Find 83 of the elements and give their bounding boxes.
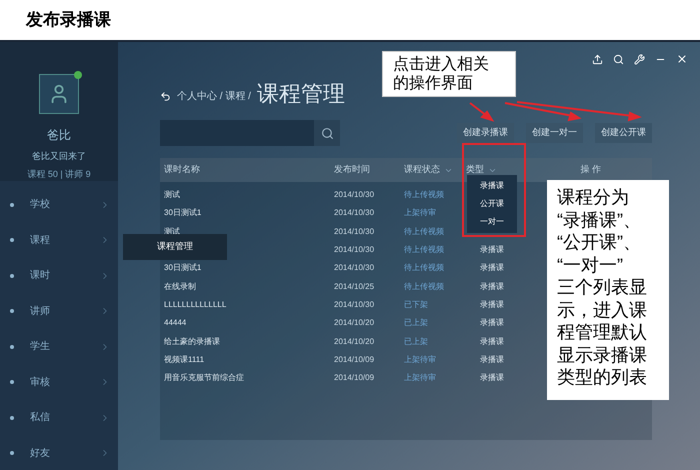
callout-line: 点击进入相关 bbox=[393, 55, 490, 74]
page-heading: 课程管理 bbox=[256, 80, 345, 108]
sidebar-item[interactable]: 课程 bbox=[0, 222, 118, 258]
table-cell: 用音乐克服节前综合症 bbox=[164, 373, 244, 382]
table-cell: 44444 bbox=[164, 318, 186, 328]
callout-line: 程管理默认 bbox=[557, 321, 648, 344]
callout-line: “录播课”、 bbox=[557, 208, 642, 231]
sidebar-item[interactable]: 课时 bbox=[0, 258, 118, 294]
column-header[interactable]: 课时名称 bbox=[164, 163, 334, 177]
table-cell: 录播课 bbox=[480, 373, 504, 382]
table-cell: 2014/10/09 bbox=[334, 354, 374, 364]
menu-item[interactable]: 课程管理 bbox=[157, 240, 193, 254]
table-cell: 测试 bbox=[164, 190, 180, 200]
table-cell: 在线录制 bbox=[164, 282, 196, 291]
create-button[interactable]: 创建公开课 bbox=[595, 123, 652, 143]
status-text: 上架待审 bbox=[404, 354, 436, 364]
table-cell: 录播课 bbox=[480, 318, 504, 328]
callout-line: 的操作界面 bbox=[393, 74, 474, 93]
status-text: 已上架 bbox=[404, 318, 428, 328]
wrench-icon[interactable] bbox=[634, 54, 645, 64]
create-button[interactable]: 创建录播课 bbox=[457, 123, 514, 143]
sidebar-item[interactable]: 讲师 bbox=[0, 294, 118, 329]
table-cell: 录播课 bbox=[480, 336, 504, 346]
callout-line: 类型的列表 bbox=[557, 366, 648, 388]
callout-line: “公开课”、 bbox=[557, 231, 642, 254]
close-icon[interactable] bbox=[676, 53, 688, 65]
table-cell: LLLLLLLLLLLLLL bbox=[164, 300, 226, 309]
status-text: 待上传视频 bbox=[404, 190, 444, 200]
table-cell: 2014/10/30 bbox=[334, 263, 374, 272]
search-field[interactable] bbox=[160, 120, 340, 146]
column-header[interactable]: 操 作 bbox=[534, 163, 648, 177]
table-cell: 录播课 bbox=[480, 300, 504, 309]
table-cell: 2014/10/30 bbox=[334, 300, 374, 309]
dropdown-option[interactable]: 一对一 bbox=[467, 213, 517, 231]
status-text: 已上架 bbox=[404, 336, 428, 346]
user-name: 爸比 bbox=[47, 127, 71, 144]
table-cell: 2014/10/25 bbox=[334, 282, 374, 291]
sidebar-item[interactable]: 私信 bbox=[0, 400, 118, 436]
breadcrumb[interactable]: 个人中心 / 课程 / bbox=[177, 89, 251, 104]
status-text: 已下架 bbox=[404, 300, 428, 309]
table-cell: 30日测试1 bbox=[164, 263, 202, 272]
sidebar-item[interactable]: 好友 bbox=[0, 436, 118, 470]
status-text: 待上传视频 bbox=[404, 226, 444, 236]
column-header[interactable]: 课程状态 bbox=[404, 163, 466, 177]
dropdown-option[interactable]: 录播课 bbox=[467, 177, 517, 195]
sidebar-item[interactable]: 审核 bbox=[0, 364, 118, 400]
status-text: 上架待审 bbox=[404, 208, 436, 218]
upload-icon[interactable] bbox=[592, 54, 603, 64]
user-status: 爸比又回来了 bbox=[32, 150, 86, 163]
table-cell: 视频课1111 bbox=[164, 354, 204, 364]
table-cell: 2014/10/20 bbox=[334, 318, 374, 328]
table-cell: 2014/10/30 bbox=[334, 226, 374, 236]
status-text: 待上传视频 bbox=[404, 245, 444, 254]
table-cell: 2014/10/30 bbox=[334, 190, 374, 200]
dropdown-option[interactable]: 公开课 bbox=[467, 195, 517, 213]
table-cell: 录播课 bbox=[480, 263, 504, 272]
table-cell: 给土豪的录播课 bbox=[164, 336, 220, 346]
callout-line: 显示录播课 bbox=[557, 344, 648, 366]
table-cell: 录播课 bbox=[480, 282, 504, 291]
table-cell: 录播课 bbox=[480, 245, 504, 254]
status-text: 上架待审 bbox=[404, 373, 436, 382]
column-header[interactable]: 发布时间 bbox=[334, 163, 404, 177]
table-cell: 2014/10/30 bbox=[334, 245, 374, 254]
search-icon[interactable] bbox=[613, 54, 624, 64]
create-button[interactable]: 创建一对一 bbox=[526, 123, 583, 143]
status-text: 待上传视频 bbox=[404, 282, 444, 291]
table-cell: 录播课 bbox=[480, 354, 504, 364]
table-cell: 2014/10/20 bbox=[334, 336, 374, 346]
page-title: 发布录播课 bbox=[26, 9, 111, 32]
callout-line: 示，进入课 bbox=[557, 298, 648, 321]
column-header[interactable]: 类型 bbox=[466, 163, 534, 177]
back-icon[interactable] bbox=[160, 91, 171, 102]
sidebar-item[interactable]: 学校 bbox=[0, 187, 118, 222]
status-text: 待上传视频 bbox=[404, 263, 444, 272]
callout-line: 课程分为 bbox=[557, 186, 630, 208]
table-cell: 2014/10/30 bbox=[334, 208, 374, 218]
table-cell: 30日测试1 bbox=[164, 208, 202, 218]
table-cell: 2014/10/09 bbox=[334, 373, 374, 382]
user-stats: 课程 50 | 讲师 9 bbox=[27, 168, 91, 181]
callout-line: 三个列表显 bbox=[557, 276, 648, 298]
search-icon bbox=[320, 126, 334, 140]
callout-line: “一对一” bbox=[557, 254, 624, 276]
sidebar-item[interactable]: 学生 bbox=[0, 329, 118, 364]
